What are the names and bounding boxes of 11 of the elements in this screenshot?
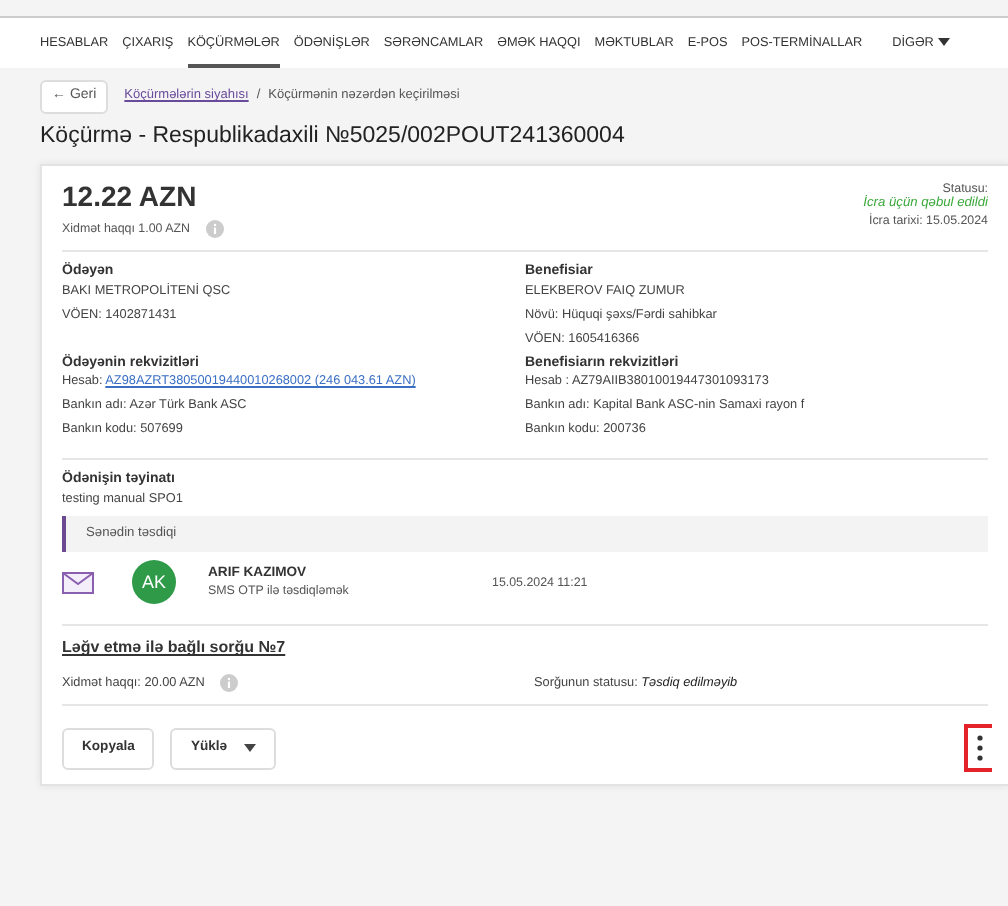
kebab-icon (976, 734, 984, 763)
envelope-icon (62, 571, 94, 594)
more-options-button[interactable] (964, 724, 992, 773)
caret-icon (243, 743, 256, 752)
page-title: Köçürmə - Respublikadaxili №5025/002POUT241360004 (38, 121, 627, 152)
info-icon[interactable] (220, 674, 239, 693)
amount: 12.22 AZN (62, 181, 199, 212)
cancel-request-link[interactable]: Ləğv etmə ilə bağlı sorğu №7 (62, 638, 286, 657)
caret-icon (937, 38, 950, 47)
avatar: AK (132, 560, 176, 605)
info-icon[interactable] (205, 219, 224, 238)
